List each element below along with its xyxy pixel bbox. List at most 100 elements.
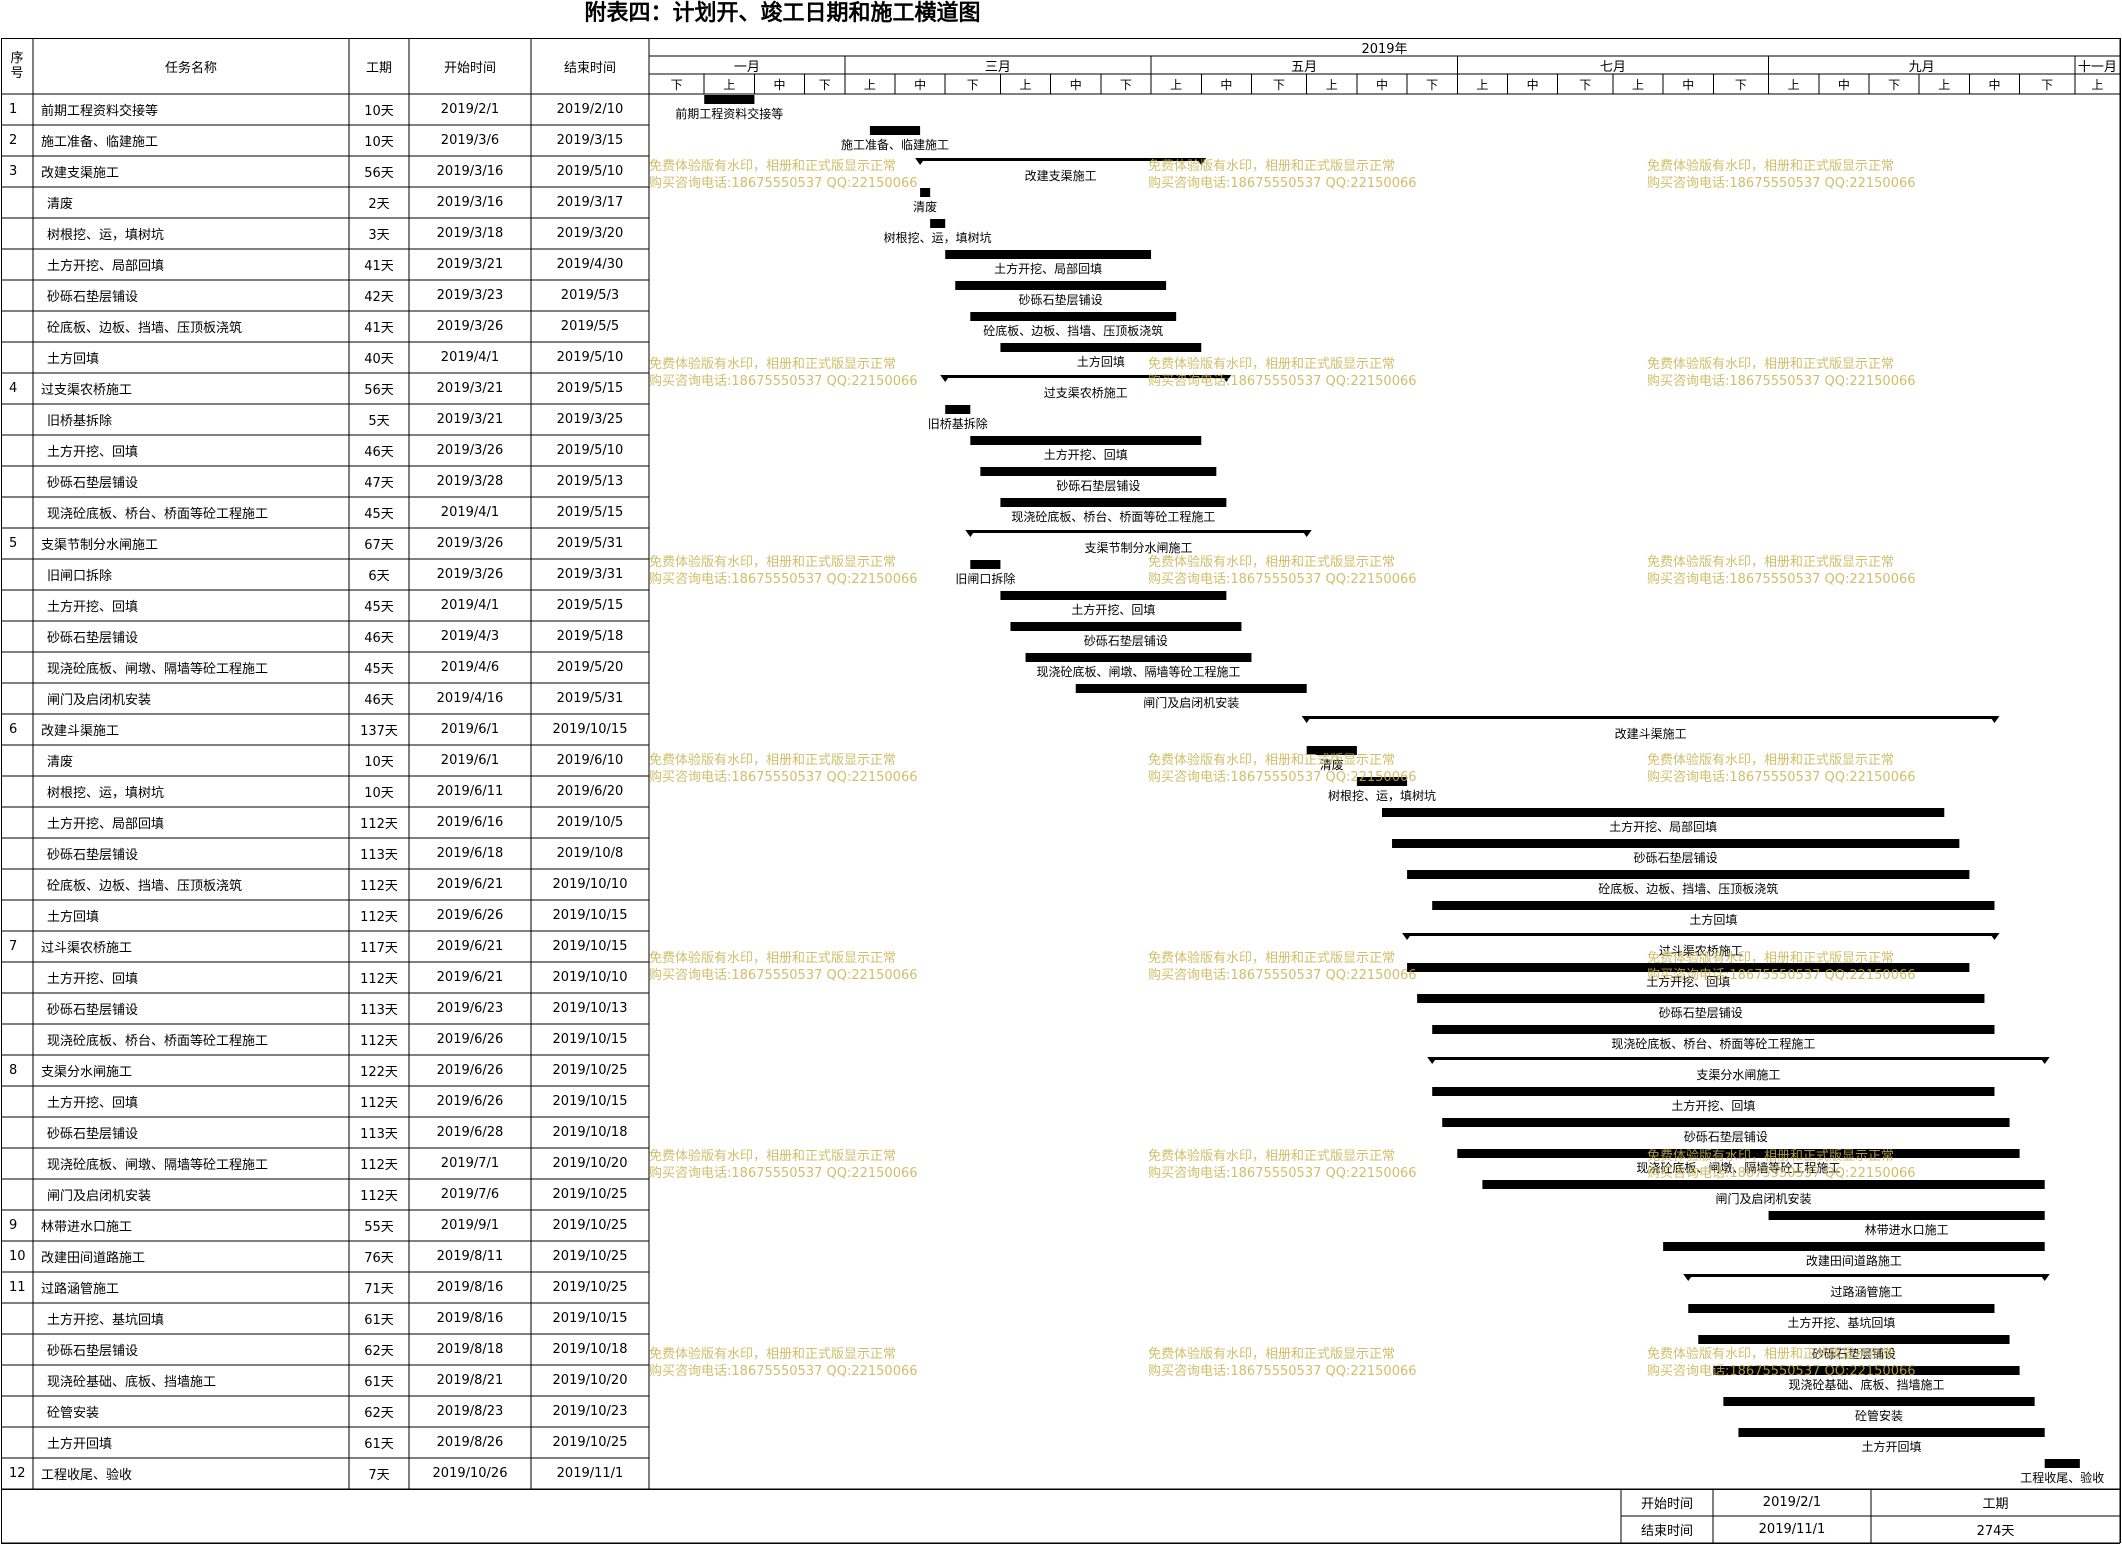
watermark: 免费体验版有水印，相册和正式版显示正常 购买咨询电话:18675550537 QQ… bbox=[1148, 1347, 1417, 1379]
task-duration: 46天 bbox=[364, 631, 394, 646]
task-name: 林带进水口施工 bbox=[41, 1220, 133, 1235]
task-name: 砂砾石垫层铺设 bbox=[47, 1344, 139, 1359]
period-label: 下 bbox=[2041, 77, 2054, 92]
month-label: 一月 bbox=[733, 59, 760, 75]
task-end: 2019/10/10 bbox=[552, 970, 628, 985]
task-no bbox=[9, 280, 33, 311]
summary-bar-cap bbox=[1301, 530, 1312, 537]
task-name: 施工准备、临建施工 bbox=[41, 135, 159, 150]
task-duration: 3天 bbox=[368, 228, 390, 243]
month-label: 十一月 bbox=[2077, 59, 2117, 75]
task-no: 10 bbox=[9, 1249, 26, 1264]
task-name: 土方开挖、局部回填 bbox=[47, 817, 165, 832]
task-duration: 76天 bbox=[364, 1251, 394, 1266]
period-label: 上 bbox=[723, 77, 736, 92]
task-duration: 46天 bbox=[364, 445, 394, 460]
column-header-start: 开始时间 bbox=[443, 60, 496, 76]
task-end: 2019/10/25 bbox=[552, 1218, 628, 1233]
task-no bbox=[9, 342, 33, 373]
task-end: 2019/5/20 bbox=[556, 660, 624, 675]
period-label: 下 bbox=[670, 77, 683, 92]
task-duration: 112天 bbox=[360, 1158, 398, 1173]
task-no bbox=[9, 900, 33, 931]
task-no: 11 bbox=[9, 1280, 26, 1295]
bar-label: 土方开回填 bbox=[1861, 1440, 1922, 1454]
bar-label: 改建斗渠施工 bbox=[1614, 727, 1687, 741]
task-name: 过路涵管施工 bbox=[41, 1282, 120, 1297]
month-label: 三月 bbox=[984, 59, 1011, 75]
task-bar bbox=[1723, 1397, 2035, 1406]
task-name: 现浇砼底板、闸墩、隔墙等砼工程施工 bbox=[47, 1158, 269, 1173]
period-label: 上 bbox=[1938, 77, 1951, 92]
bar-label: 砼管安装 bbox=[1855, 1409, 1904, 1423]
summary-bar-cap bbox=[1683, 1274, 1694, 1281]
task-start: 2019/3/21 bbox=[436, 412, 504, 427]
task-bar bbox=[1442, 1118, 2010, 1127]
task-duration: 112天 bbox=[360, 1096, 398, 1111]
period-label: 上 bbox=[1476, 77, 1489, 92]
task-start: 2019/9/1 bbox=[440, 1218, 500, 1233]
task-bar bbox=[1432, 901, 1995, 910]
task-no bbox=[9, 187, 33, 218]
bar-label: 现浇砼底板、闸墩、隔墙等砼工程施工 bbox=[1036, 665, 1241, 679]
task-no: 12 bbox=[9, 1466, 26, 1481]
task-duration: 112天 bbox=[360, 1189, 398, 1204]
watermark: 免费体验版有水印，相册和正式版显示正常 购买咨询电话:18675550537 QQ… bbox=[1647, 1347, 1916, 1379]
task-duration: 112天 bbox=[360, 972, 398, 987]
task-bar bbox=[1768, 1211, 2045, 1220]
task-name: 闸门及启闭机安装 bbox=[47, 693, 152, 708]
task-duration: 137天 bbox=[360, 724, 398, 739]
task-name: 土方开挖、回填 bbox=[47, 1096, 139, 1111]
task-end: 2019/5/15 bbox=[556, 598, 624, 613]
task-bar bbox=[1000, 343, 1202, 352]
watermark: 免费体验版有水印，相册和正式版显示正常 购买咨询电话:18675550537 QQ… bbox=[1148, 357, 1417, 389]
watermark: 免费体验版有水印，相册和正式版显示正常 购买咨询电话:18675550537 QQ… bbox=[1647, 159, 1916, 191]
task-start: 2019/3/23 bbox=[436, 288, 504, 303]
task-name: 砂砾石垫层铺设 bbox=[47, 290, 139, 305]
bar-label: 闸门及启闭机安装 bbox=[1715, 1192, 1812, 1206]
period-label: 中 bbox=[1837, 77, 1850, 92]
footer-end-label: 结束时间 bbox=[1640, 1524, 1693, 1539]
bar-label: 旧闸口拆除 bbox=[955, 572, 1016, 586]
task-no bbox=[9, 466, 33, 497]
bar-label: 砂砾石垫层铺设 bbox=[1056, 479, 1141, 493]
task-duration: 45天 bbox=[364, 600, 394, 615]
task-name: 砼底板、边板、挡墙、压顶板浇筑 bbox=[47, 879, 243, 894]
period-label: 上 bbox=[1170, 77, 1183, 92]
task-duration: 10天 bbox=[364, 135, 394, 150]
watermark: 免费体验版有水印，相册和正式版显示正常 购买咨询电话:18675550537 QQ… bbox=[1647, 753, 1916, 785]
task-end: 2019/10/25 bbox=[552, 1249, 628, 1264]
period-label: 下 bbox=[1119, 77, 1132, 92]
task-no bbox=[9, 1024, 33, 1055]
task-no bbox=[9, 1396, 33, 1427]
gantt-table: 一月 三月 五月 七月 九月 十一月下 上 中 下 上 中 下 上 中 下 上 中 下 上 中 下 上 中 下 上 中 下 上 中 下 上 中… bbox=[1, 38, 2121, 1549]
bar-label: 改建支渠施工 bbox=[1024, 169, 1097, 183]
task-start: 2019/6/1 bbox=[440, 753, 500, 768]
bar-label: 过支渠农桥施工 bbox=[1043, 386, 1128, 400]
task-name: 土方回填 bbox=[47, 352, 100, 367]
task-start: 2019/3/26 bbox=[436, 567, 504, 582]
watermark: 免费体验版有水印，相册和正式版显示正常 购买咨询电话:18675550537 QQ… bbox=[1148, 555, 1417, 587]
period-label: 中 bbox=[1526, 77, 1539, 92]
task-no bbox=[9, 249, 33, 280]
task-duration: 112天 bbox=[360, 879, 398, 894]
bar-label: 现浇砼底板、桥台、桥面等砼工程施工 bbox=[1611, 1037, 1816, 1051]
task-duration: 112天 bbox=[360, 817, 398, 832]
task-end: 2019/5/10 bbox=[556, 443, 624, 458]
task-start: 2019/3/16 bbox=[436, 195, 504, 210]
task-bar bbox=[930, 219, 946, 228]
month-label: 五月 bbox=[1291, 59, 1318, 75]
task-bar bbox=[1432, 1087, 1995, 1096]
summary-bar-cap bbox=[2039, 1057, 2050, 1064]
watermark: 免费体验版有水印，相册和正式版显示正常 购买咨询电话:18675550537 QQ… bbox=[649, 159, 918, 191]
period-label: 下 bbox=[966, 77, 979, 92]
bar-label: 砂砾石垫层铺设 bbox=[1683, 1130, 1768, 1144]
task-no bbox=[9, 435, 33, 466]
task-no bbox=[9, 1303, 33, 1334]
task-no: 6 bbox=[9, 722, 18, 737]
task-name: 清废 bbox=[47, 197, 74, 212]
task-duration: 10天 bbox=[364, 104, 394, 119]
task-start: 2019/6/11 bbox=[436, 784, 504, 799]
period-label: 下 bbox=[1426, 77, 1439, 92]
task-end: 2019/10/15 bbox=[552, 908, 628, 923]
